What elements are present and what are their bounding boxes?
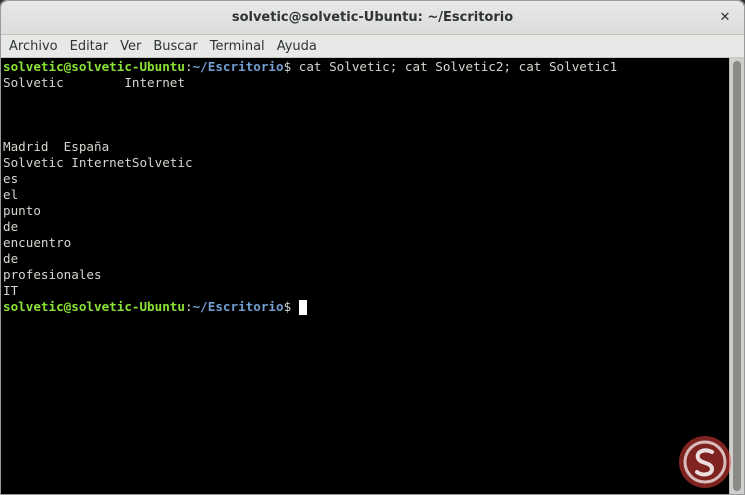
close-icon: ✕ bbox=[719, 10, 731, 25]
output-line: Madrid España bbox=[3, 139, 110, 154]
prompt-path: ~/Escritorio bbox=[192, 59, 284, 74]
vertical-scrollbar[interactable] bbox=[729, 58, 744, 494]
close-button[interactable]: ✕ bbox=[716, 9, 734, 27]
title-bar[interactable]: solvetic@solvetic-Ubuntu: ~/Escritorio ✕ bbox=[1, 1, 744, 35]
prompt-dollar: $ bbox=[283, 299, 292, 314]
output-line: Solvetic InternetSolvetic bbox=[3, 155, 193, 170]
menu-ver[interactable]: Ver bbox=[114, 35, 147, 58]
output-line: punto bbox=[3, 203, 41, 218]
menu-buscar[interactable]: Buscar bbox=[147, 35, 203, 58]
output-line: es bbox=[3, 171, 19, 186]
prompt-user-host: solvetic@solvetic-Ubuntu bbox=[3, 299, 185, 314]
window-title: solvetic@solvetic-Ubuntu: ~/Escritorio bbox=[231, 10, 514, 25]
prompt-line: solvetic@solvetic-Ubuntu:~/Escritorio$ bbox=[3, 299, 308, 315]
prompt-colon: : bbox=[184, 299, 193, 314]
menu-ayuda[interactable]: Ayuda bbox=[271, 35, 323, 58]
prompt-user-host: solvetic@solvetic-Ubuntu bbox=[3, 59, 185, 74]
terminal-output-area[interactable]: solvetic@solvetic-Ubuntu:~/Escritorio$ c… bbox=[1, 58, 729, 494]
menu-terminal[interactable]: Terminal bbox=[204, 35, 271, 58]
prompt-colon: : bbox=[184, 59, 193, 74]
output-line: de bbox=[3, 251, 19, 266]
text-cursor bbox=[299, 300, 308, 315]
output-line: IT bbox=[3, 283, 19, 298]
output-line: encuentro bbox=[3, 235, 72, 250]
command-line: solvetic@solvetic-Ubuntu:~/Escritorio$ c… bbox=[3, 59, 617, 75]
terminal-window: solvetic@solvetic-Ubuntu: ~/Escritorio ✕… bbox=[0, 0, 745, 495]
command-text: cat Solvetic; cat Solvetic2; cat Solveti… bbox=[291, 59, 618, 74]
output-line: de bbox=[3, 219, 19, 234]
menu-archivo[interactable]: Archivo bbox=[3, 35, 64, 58]
prompt-path: ~/Escritorio bbox=[192, 299, 284, 314]
menu-editar[interactable]: Editar bbox=[64, 35, 115, 58]
output-line: el bbox=[3, 187, 19, 202]
output-line: profesionales bbox=[3, 267, 102, 282]
solvetic-logo-icon bbox=[679, 436, 731, 488]
scrollbar-thumb[interactable] bbox=[733, 61, 741, 491]
menu-bar: Archivo Editar Ver Buscar Terminal Ayuda bbox=[1, 35, 744, 58]
output-line: Solvetic Internet bbox=[3, 75, 185, 90]
